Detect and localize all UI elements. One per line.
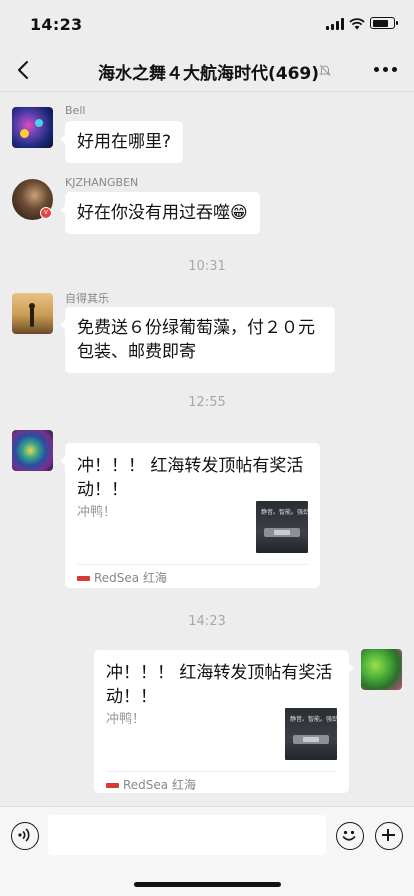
timestamp: 14:23 xyxy=(188,614,226,629)
card-source-label: RedSea 红海 xyxy=(94,571,167,585)
card-description: 冲鸭！ xyxy=(77,505,117,520)
message-list[interactable]: Bell 好用在哪里? v KJZHANGBEN 好在你没有用过吞噬😁 10:3… xyxy=(0,93,414,805)
bell-slash-icon xyxy=(319,64,331,76)
product-icon xyxy=(293,735,329,744)
card-source: RedSea 红海 xyxy=(106,776,196,793)
voice-icon[interactable] xyxy=(11,822,39,850)
wifi-icon xyxy=(349,18,365,30)
more-icon[interactable] xyxy=(374,67,398,73)
avatar-zideqile[interactable] xyxy=(12,293,53,334)
message-input[interactable] xyxy=(48,815,326,855)
message-bubble[interactable]: 好在你没有用过吞噬😁 xyxy=(60,192,260,234)
sender-name: 自得其乐 xyxy=(65,292,109,305)
cellular-signal-icon xyxy=(326,18,344,30)
card-source-label: RedSea 红海 xyxy=(123,778,196,792)
divider xyxy=(77,564,308,565)
smile-icon[interactable] xyxy=(336,822,364,850)
thumbnail-caption: 静音。智能。强劲。 xyxy=(290,716,337,723)
chat-header: 海水之舞４大航海时代(469) xyxy=(0,48,414,92)
avatar-member[interactable] xyxy=(12,430,53,471)
product-icon xyxy=(264,528,300,537)
sender-name: Bell xyxy=(65,104,86,117)
timestamp: 12:55 xyxy=(188,395,226,410)
avatar-bell[interactable] xyxy=(12,107,53,148)
group-title: 海水之舞４大航海时代(469) xyxy=(98,64,320,84)
avatar-kjzhangben[interactable]: v xyxy=(12,179,53,220)
message-bubble[interactable]: 好用在哪里? xyxy=(59,121,184,163)
sender-name: KJZHANGBEN xyxy=(65,176,139,189)
redsea-logo-icon xyxy=(106,783,119,788)
timestamp: 10:31 xyxy=(188,259,226,274)
card-title: 冲！！！ 红海转发顶帖有奖活动！！ xyxy=(77,456,304,500)
card-title: 冲！！！ 红海转发顶帖有奖活动！！ xyxy=(106,663,333,707)
plus-circle-icon[interactable] xyxy=(375,822,403,850)
home-indicator[interactable] xyxy=(134,882,281,887)
status-bar: 14:23 xyxy=(0,0,414,48)
status-time: 14:23 xyxy=(30,15,83,34)
badge-icon: v xyxy=(40,207,52,219)
battery-icon xyxy=(370,17,398,29)
card-description: 冲鸭！ xyxy=(106,712,146,727)
card-thumbnail: 静音。智能。强劲。 xyxy=(285,708,337,760)
link-card[interactable]: 冲！！！ 红海转发顶帖有奖活动！！ 冲鸭！ 静音。智能。强劲。 RedSea 红… xyxy=(60,443,320,588)
thumbnail-caption: 静音。智能。强劲。 xyxy=(261,509,308,516)
card-thumbnail: 静音。智能。强劲。 xyxy=(256,501,308,553)
card-source: RedSea 红海 xyxy=(77,569,167,586)
message-bubble[interactable]: 免费送６份绿葡萄藻，付２０元包装、邮费即寄 xyxy=(60,307,335,373)
chevron-left-icon[interactable] xyxy=(14,58,34,82)
redsea-logo-icon xyxy=(77,576,90,581)
link-card[interactable]: 冲！！！ 红海转发顶帖有奖活动！！ 冲鸭！ 静音。智能。强劲。 RedSea 红… xyxy=(94,650,354,793)
avatar-self[interactable] xyxy=(361,649,402,690)
divider xyxy=(106,771,337,772)
